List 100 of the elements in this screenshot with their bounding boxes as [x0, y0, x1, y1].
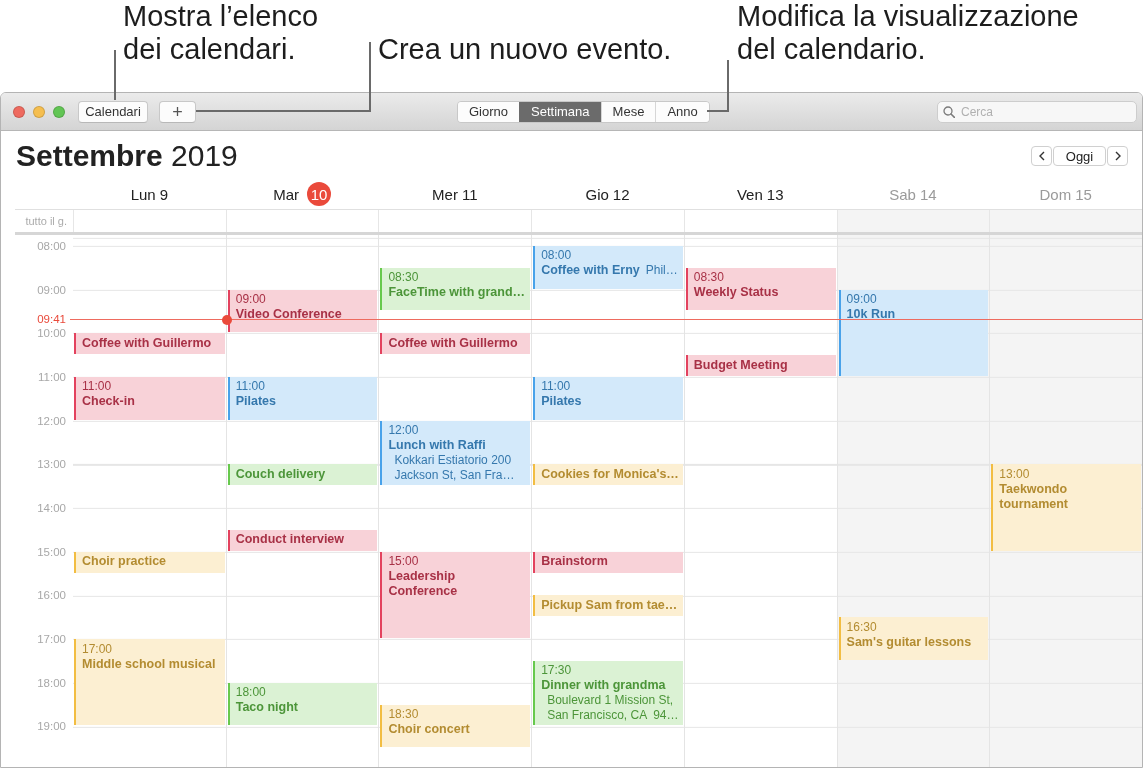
- event-title: Pilates: [235, 394, 276, 410]
- event-block[interactable]: 15:00 Leadership Conference: [380, 551, 531, 639]
- event-title: Cookies for Monica's…: [541, 466, 679, 482]
- event-title: Brainstorm: [541, 554, 608, 570]
- event-title: Taco night: [235, 700, 298, 716]
- day-name: Dom: [1039, 185, 1072, 203]
- event-title: Coffee with Guillermo: [388, 335, 518, 351]
- event-block[interactable]: Coffee with Guillermo: [74, 333, 225, 355]
- event-title: Middle school musical: [82, 656, 216, 672]
- previous-button[interactable]: [1031, 146, 1052, 166]
- event-block[interactable]: 12:00 Lunch with Raffi Kokkari Estiatorio 200 Jackson St, San Fra…: [380, 420, 531, 486]
- all-day-label: tutto il g.: [24, 214, 68, 229]
- hour-label: 13:00: [37, 457, 66, 472]
- event-block[interactable]: Pickup Sam from tae…: [533, 595, 683, 617]
- hour-label: 17:00: [37, 632, 66, 647]
- event-block[interactable]: Budget Meeting: [685, 355, 836, 376]
- event-block[interactable]: 11:00 Pilates: [227, 376, 378, 420]
- today-button[interactable]: Oggi: [1053, 146, 1106, 166]
- search-field[interactable]: Cerca: [937, 100, 1137, 123]
- day-name: Ven: [736, 185, 763, 203]
- event-title: Dinner with grandma: [541, 678, 666, 694]
- event-block[interactable]: 08:00 Coffee with Erny Phil…: [533, 245, 683, 289]
- event-block[interactable]: Choir practice: [74, 551, 225, 573]
- event-title: Check-in: [82, 394, 135, 410]
- view-tab[interactable]: Settimana: [519, 101, 601, 122]
- event-time: 17:30: [541, 663, 573, 679]
- callout-text: Modifica la visualizzazione del calendario.: [737, 0, 1080, 66]
- event-time: 11:00: [235, 379, 266, 395]
- event-block[interactable]: 18:30 Choir concert: [380, 704, 531, 748]
- hour-label: 10:00: [37, 326, 66, 341]
- event-block[interactable]: 11:00 Check-in: [74, 376, 225, 420]
- day-number: 9: [159, 185, 169, 203]
- event-title: Pickup Sam from tae…: [541, 597, 678, 613]
- hour-label: 11:00: [38, 369, 66, 384]
- event-block[interactable]: 16:30 Sam's guitar lessons: [838, 617, 989, 660]
- event-title: Couch delivery: [235, 466, 326, 482]
- event-title: Pilates: [541, 394, 582, 410]
- event-location: Phil…: [645, 263, 678, 279]
- event-block[interactable]: 09:00 10k Run: [838, 289, 989, 376]
- day-number: 11: [461, 185, 478, 203]
- view-tab[interactable]: Giorno: [458, 101, 520, 122]
- event-block[interactable]: Conduct interview: [227, 529, 378, 551]
- event-block[interactable]: 18:00 Taco night: [227, 682, 378, 726]
- event-location: Boulevard 1 Mission St, San Francisco, CA 94…: [547, 693, 680, 724]
- chevron-right-icon: [1114, 151, 1121, 161]
- event-title: Taekwondo tournament: [999, 481, 1070, 512]
- view-tab[interactable]: Anno: [655, 101, 709, 122]
- event-block[interactable]: Brainstorm: [533, 551, 683, 573]
- calendars-button[interactable]: Calendari: [78, 100, 148, 123]
- event-time: 09:00: [235, 292, 267, 308]
- event-time: 12:00: [388, 423, 420, 439]
- close-button[interactable]: [13, 105, 25, 118]
- event-title: Leadership Conference: [388, 569, 459, 600]
- search-icon: [943, 105, 955, 118]
- event-block[interactable]: 08:30 FaceTime with grand…: [380, 267, 531, 311]
- event-time: 18:30: [388, 707, 420, 723]
- minimize-button[interactable]: [33, 105, 45, 118]
- hour-label: 18:00: [37, 675, 66, 690]
- day-number: 13: [766, 185, 784, 203]
- event-block[interactable]: 09:00 Video Conference: [227, 289, 378, 333]
- day-name: Lun: [130, 185, 156, 203]
- event-time: 09:00: [846, 292, 878, 308]
- hour-label: 19:00: [37, 719, 66, 734]
- event-block[interactable]: Couch delivery: [227, 464, 378, 486]
- next-button[interactable]: [1107, 146, 1128, 166]
- hour-label: 12:00: [37, 413, 66, 428]
- event-block[interactable]: 17:00 Middle school musical: [74, 639, 225, 726]
- add-event-button[interactable]: +: [159, 100, 196, 123]
- day-number: 14: [919, 185, 937, 203]
- event-title: Weekly Status: [693, 285, 779, 301]
- event-title: Video Conference: [235, 307, 342, 323]
- event-title: FaceTime with grand…: [388, 285, 526, 301]
- chevron-left-icon: [1038, 151, 1045, 161]
- date-badge: 10: [307, 182, 331, 206]
- event-title: Budget Meeting: [693, 357, 788, 373]
- hour-label: 08:00: [37, 238, 66, 253]
- event-title: 10k Run: [846, 307, 896, 323]
- event-block[interactable]: 17:30 Dinner with grandma Boulevard 1 Mission St, San Francisco, CA 94…: [533, 660, 683, 726]
- event-block[interactable]: 11:00 Pilates: [533, 376, 683, 420]
- event-title: Choir concert: [388, 722, 470, 738]
- month-title: Settembre 2019: [15, 138, 238, 174]
- event-time: 18:00: [235, 685, 267, 701]
- event-block[interactable]: 13:00 Taekwondo tournament: [991, 464, 1141, 551]
- event-block[interactable]: 08:30 Weekly Status: [685, 267, 836, 311]
- hour-label: 09:00: [37, 282, 66, 297]
- zoom-button[interactable]: [53, 105, 65, 118]
- callout-line: [706, 59, 729, 112]
- event-title: Conduct interview: [235, 532, 345, 548]
- event-block[interactable]: Cookies for Monica's…: [533, 464, 683, 486]
- hour-label: 15:00: [37, 544, 66, 559]
- event-time: 13:00: [999, 466, 1031, 482]
- callout-line: [114, 49, 116, 101]
- view-tab[interactable]: Mese: [600, 101, 656, 122]
- day-name: Mar: [273, 185, 299, 203]
- event-location: Kokkari Estiatorio 200 Jackson St, San Fra…: [394, 453, 516, 484]
- event-title: Coffee with Guillermo: [82, 335, 212, 351]
- event-block[interactable]: Coffee with Guillermo: [380, 333, 531, 355]
- day-name: Sab: [889, 185, 916, 203]
- current-time-label: 09:41: [37, 312, 66, 327]
- hour-label: 16:00: [37, 588, 66, 603]
